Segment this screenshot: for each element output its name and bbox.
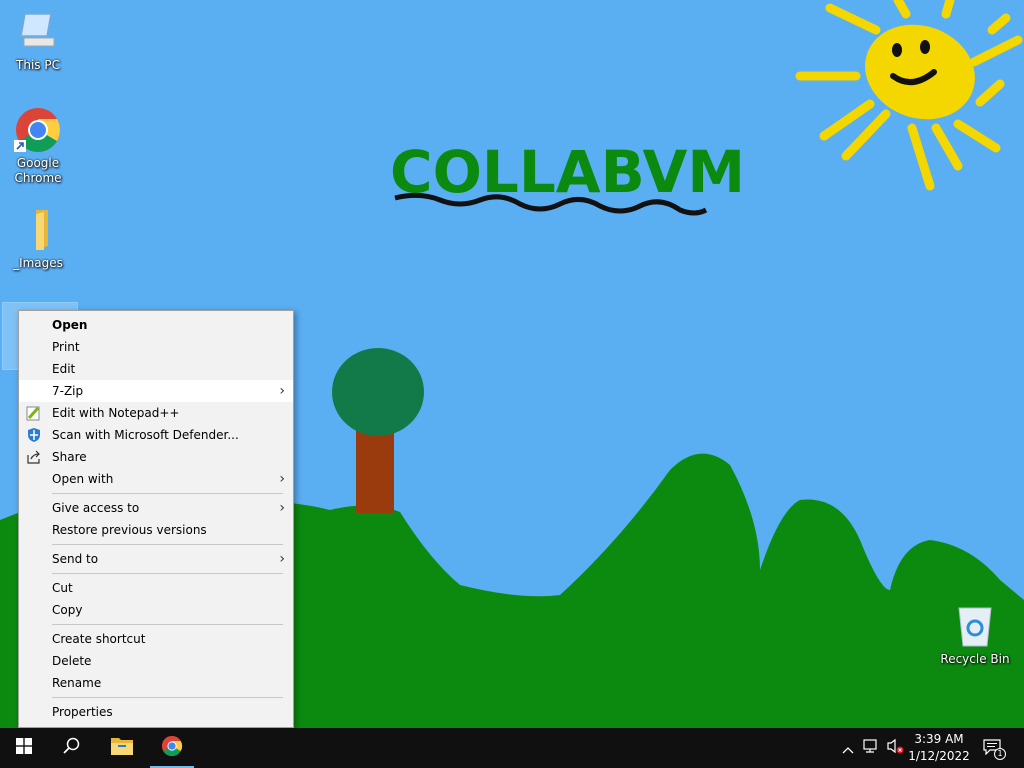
network-button[interactable] <box>861 738 881 758</box>
menu-item-open[interactable]: Open <box>19 314 293 336</box>
menu-item-properties[interactable]: Properties <box>19 701 293 723</box>
chevron-right-icon: › <box>279 551 285 567</box>
notification-count-badge: 1 <box>994 748 1006 760</box>
menu-item-label: Create shortcut <box>52 632 146 646</box>
volume-muted-icon <box>886 738 904 758</box>
menu-item-label: Share <box>52 450 87 464</box>
menu-item-print[interactable]: Print <box>19 336 293 358</box>
menu-item-edit-with-notepadpp[interactable]: Edit with Notepad++ <box>19 402 293 424</box>
context-menu[interactable]: Open Print Edit 7-Zip › Edit with Notepad… <box>18 310 294 728</box>
menu-item-edit[interactable]: Edit <box>19 358 293 380</box>
file-explorer-button[interactable] <box>98 728 146 768</box>
google-chrome-label: Google Chrome <box>14 156 62 185</box>
defender-shield-icon <box>26 427 42 443</box>
menu-item-copy[interactable]: Copy <box>19 599 293 621</box>
menu-item-cut[interactable]: Cut <box>19 577 293 599</box>
menu-item-label: Print <box>52 340 80 354</box>
search-button[interactable] <box>48 728 96 768</box>
network-icon <box>862 738 880 758</box>
folder-icon <box>14 206 62 254</box>
start-button[interactable] <box>0 728 48 768</box>
chevron-right-icon: › <box>279 500 285 516</box>
images-folder-icon-tile[interactable]: _Images <box>0 206 76 271</box>
this-pc-icon <box>14 8 62 56</box>
menu-item-delete[interactable]: Delete <box>19 650 293 672</box>
menu-item-label: Properties <box>52 705 113 719</box>
file-explorer-icon <box>110 736 134 760</box>
menu-item-label: Give access to <box>52 501 140 515</box>
chrome-taskbar-button[interactable] <box>148 728 196 768</box>
menu-item-give-access-to[interactable]: Give access to › <box>19 497 293 519</box>
clock-date: 1/12/2022 <box>908 749 970 763</box>
menu-item-label: Cut <box>52 581 73 595</box>
menu-item-open-with[interactable]: Open with › <box>19 468 293 490</box>
menu-item-rename[interactable]: Rename <box>19 672 293 694</box>
chevron-up-icon <box>842 739 854 758</box>
menu-item-label: 7-Zip <box>52 384 84 398</box>
menu-separator <box>52 493 283 494</box>
recycle-bin-icon-tile[interactable]: Recycle Bin <box>937 602 1013 667</box>
menu-item-scan-defender[interactable]: Scan with Microsoft Defender... <box>19 424 293 446</box>
menu-item-share[interactable]: Share <box>19 446 293 468</box>
menu-separator <box>52 573 283 574</box>
images-folder-label: _Images <box>13 256 63 270</box>
this-pc-icon-tile[interactable]: This PC <box>0 8 76 73</box>
collabvm-title-art: COLLABVM <box>390 138 745 206</box>
notepadpp-icon <box>26 405 42 421</box>
taskbar: 3:39 AM 1/12/2022 1 <box>0 728 1024 768</box>
menu-item-label: Rename <box>52 676 102 690</box>
chrome-icon <box>161 735 183 761</box>
menu-separator <box>52 697 283 698</box>
share-icon <box>26 449 42 465</box>
recycle-bin-label: Recycle Bin <box>940 652 1010 666</box>
menu-item-label: Restore previous versions <box>52 523 207 537</box>
menu-item-restore-previous-versions[interactable]: Restore previous versions <box>19 519 293 541</box>
windows-start-icon <box>16 738 32 758</box>
menu-item-label: Edit <box>52 362 76 376</box>
notification-icon: 1 <box>983 739 1006 760</box>
menu-item-label: Open <box>52 318 88 332</box>
collabvm-text: COLLABVM <box>390 138 745 206</box>
clock-time: 3:39 AM <box>914 732 964 746</box>
show-hidden-icons-button[interactable] <box>838 738 858 758</box>
menu-item-send-to[interactable]: Send to › <box>19 548 293 570</box>
menu-item-7zip[interactable]: 7-Zip › <box>19 380 293 402</box>
menu-item-label: Delete <box>52 654 92 668</box>
this-pc-label: This PC <box>16 58 60 72</box>
menu-separator <box>52 624 283 625</box>
desktop[interactable]: COLLABVM This PC Google Chrome _Images R… <box>0 0 1024 728</box>
menu-item-label: Scan with Microsoft Defender... <box>52 428 239 442</box>
menu-item-label: Send to <box>52 552 99 566</box>
recycle-bin-icon <box>951 602 999 650</box>
menu-item-label: Copy <box>52 603 83 617</box>
chrome-icon <box>14 106 62 154</box>
volume-button[interactable] <box>885 738 905 758</box>
chevron-right-icon: › <box>279 471 285 487</box>
search-icon <box>63 737 81 759</box>
notification-center-button[interactable]: 1 <box>982 738 1006 760</box>
menu-separator <box>52 544 283 545</box>
menu-item-label: Edit with Notepad++ <box>52 406 180 420</box>
google-chrome-icon-tile[interactable]: Google Chrome <box>0 106 76 186</box>
taskbar-clock[interactable]: 3:39 AM 1/12/2022 <box>906 731 972 765</box>
chevron-right-icon: › <box>279 383 285 399</box>
menu-item-label: Open with <box>52 472 114 486</box>
menu-item-create-shortcut[interactable]: Create shortcut <box>19 628 293 650</box>
